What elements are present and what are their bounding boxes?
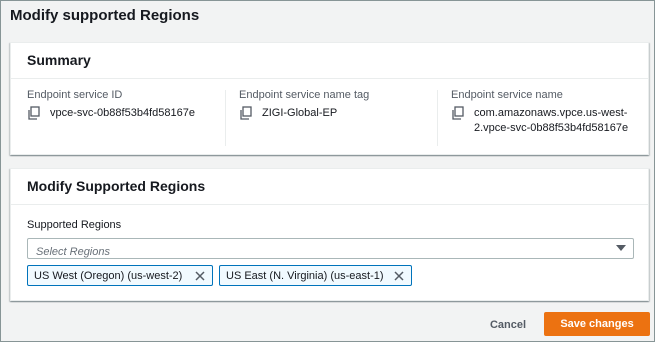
endpoint-service-name-value: com.amazonaws.vpce.us-west- 2.vpce-svc-0… [474,106,628,136]
endpoint-service-name-tag-field: Endpoint service name tag ZIGI-Global-EP [225,89,436,146]
endpoint-service-name-label: Endpoint service name [451,89,563,101]
endpoint-service-name-line1: com.amazonaws.vpce.us-west- [474,107,628,119]
regions-select[interactable]: Select Regions [27,238,634,259]
endpoint-service-name-tag-value: ZIGI-Global-EP [262,107,338,119]
region-token-us-west-2: US West (Oregon) (us-west-2) [27,265,213,286]
region-token-label: US East (N. Virginia) (us-east-1) [226,269,384,282]
endpoint-service-id-field: Endpoint service ID vpce-svc-0b88f53b4fd… [27,89,222,146]
copy-icon[interactable] [27,106,41,120]
close-icon[interactable] [194,270,206,282]
copy-icon[interactable] [451,106,465,120]
endpoint-service-id-label: Endpoint service ID [27,89,123,101]
endpoint-service-name-field: Endpoint service name com.amazonaws.vpce… [437,89,642,146]
supported-regions-label: Supported Regions [27,219,122,231]
caret-down-icon [616,245,626,251]
endpoint-service-name-tag-label: Endpoint service name tag [239,89,370,101]
summary-header: Summary [11,43,648,79]
close-icon[interactable] [393,270,405,282]
save-changes-button[interactable]: Save changes [544,312,650,336]
modal-title: Modify supported Regions [10,7,200,24]
cancel-button[interactable]: Cancel [483,314,533,336]
region-token-label: US West (Oregon) (us-west-2) [34,269,183,282]
summary-panel: Summary Endpoint service ID vpce-svc-0b8… [10,42,649,155]
region-token-us-east-1: US East (N. Virginia) (us-east-1) [219,265,412,286]
modify-regions-header: Modify Supported Regions [11,169,648,205]
modify-regions-panel: Modify Supported Regions Supported Regio… [10,168,649,301]
regions-select-placeholder: Select Regions [36,246,110,258]
copy-icon[interactable] [239,106,253,120]
endpoint-service-id-value: vpce-svc-0b88f53b4fd58167e [50,107,195,119]
modal-dialog: Modify supported Regions Summary Endpoin… [0,0,655,342]
endpoint-service-name-line2: 2.vpce-svc-0b88f53b4fd58167e [474,122,629,134]
